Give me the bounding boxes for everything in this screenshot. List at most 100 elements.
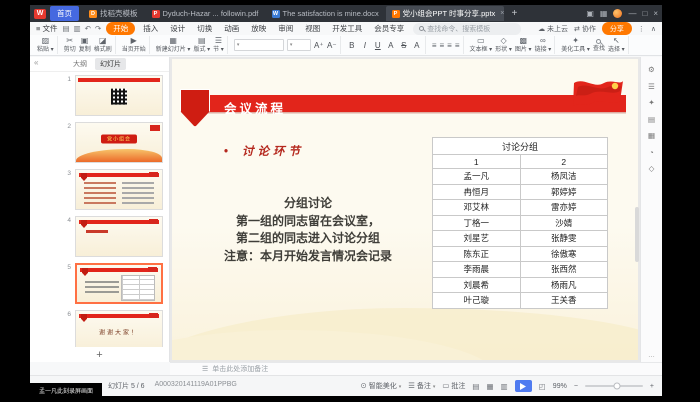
toolbar-beautify-button[interactable]: ✦美化工具 ▾ <box>561 37 590 53</box>
increase-font-icon[interactable]: A⁺ <box>314 41 324 50</box>
close-tab-icon[interactable]: × <box>500 10 503 17</box>
slide-thumbnail[interactable] <box>75 216 163 257</box>
ribbon-tab-切换[interactable]: 切换 <box>193 22 216 35</box>
close-icon[interactable]: × <box>653 9 658 18</box>
document-tab[interactable]: D找稻壳模板 <box>83 6 144 21</box>
comments-button[interactable]: ▭ 批注 <box>442 381 465 391</box>
notes-toggle-button[interactable]: ☰ 备注 ▾ <box>408 381 435 391</box>
align-left-icon[interactable]: ≡ <box>432 41 437 50</box>
user-avatar[interactable] <box>613 9 622 18</box>
font-color-button[interactable]: A <box>386 41 396 50</box>
zoom-in-button[interactable]: + <box>650 383 654 390</box>
toolbar-select-button[interactable]: ↖选择 ▾ <box>608 37 625 53</box>
toolbar-new-slide-button[interactable]: ▦新建幻灯片 ▾ <box>156 37 191 53</box>
redo-icon[interactable]: ↷ <box>95 24 101 33</box>
italic-button[interactable]: I <box>360 41 370 50</box>
outline-pane-icon[interactable]: ☰ <box>648 83 655 91</box>
reading-view-icon[interactable]: ▥ <box>501 382 508 391</box>
zoom-slider[interactable] <box>585 385 643 387</box>
slide-sorter-view-icon[interactable]: ▦ <box>487 382 494 391</box>
ribbon-tab-审阅[interactable]: 审阅 <box>274 22 297 35</box>
ribbon-tab-动画[interactable]: 动画 <box>220 22 243 35</box>
slide-thumbnail-row[interactable]: 1 <box>30 75 169 122</box>
slide-thumbnail-row[interactable]: 6谢谢大家！ <box>30 310 169 347</box>
ribbon-tab-放映[interactable]: 放映 <box>247 22 270 35</box>
font-size-select[interactable]: ▾ <box>287 39 311 51</box>
line-spacing-icon[interactable]: ≡ <box>455 41 460 50</box>
ribbon-tab-设计[interactable]: 设计 <box>166 22 189 35</box>
more-menu-icon[interactable]: ⋮ <box>638 25 645 33</box>
minimize-icon[interactable]: — <box>628 9 636 18</box>
animation-pane-icon[interactable]: ▤ <box>648 116 655 124</box>
zoom-percentage[interactable]: 99% <box>553 383 567 390</box>
toolbar-shape-button[interactable]: ◇形状 ▾ <box>495 37 512 53</box>
highlight-button[interactable]: A <box>412 41 422 50</box>
file-menu[interactable]: ≡ 文件 <box>36 23 57 34</box>
tab-outline[interactable]: 大纲 <box>73 59 87 69</box>
command-search-input[interactable]: 查找命令、搜索模板 <box>413 23 521 35</box>
font-family-select[interactable]: ▾ <box>234 39 284 51</box>
current-slide[interactable]: 会议流程 •讨论环节 分组讨论 第一组的同志留在会议室， 第二组的同志进入讨论分… <box>172 59 638 360</box>
slide-thumbnail-row[interactable]: 4 <box>30 216 169 263</box>
slide-thumbnail-row[interactable]: 3 <box>30 169 169 216</box>
toolbar-cut-button[interactable]: ✂剪切 <box>64 37 76 53</box>
toolbar-section-button[interactable]: ☰节 ▾ <box>213 37 224 53</box>
color-scheme-icon[interactable]: ◔ <box>649 149 654 157</box>
smart-beautify-button[interactable]: ⊙ 智能美化 ▾ <box>361 381 402 391</box>
toolbar-textbox-button[interactable]: ▭文本框 ▾ <box>470 37 493 53</box>
fit-slide-icon[interactable]: ◰ <box>539 382 546 391</box>
decrease-font-icon[interactable]: A⁻ <box>327 41 337 50</box>
save-icon[interactable]: ▤ <box>62 24 69 33</box>
slide-thumbnail[interactable] <box>75 169 163 210</box>
layout-switch-icon[interactable]: ▣ <box>586 9 594 18</box>
new-tab-button[interactable]: + <box>508 8 522 19</box>
collapse-panel-icon[interactable]: « <box>34 58 38 67</box>
ribbon-tab-开始[interactable]: 开始 <box>106 22 135 35</box>
slide-thumbnail-row[interactable]: 2党小组会 <box>30 122 169 169</box>
notes-bar[interactable]: ☰ 单击此处添加备注 <box>170 362 662 375</box>
add-slide-button[interactable]: + <box>30 347 169 362</box>
toolbar-layout-button[interactable]: ▤版式 ▾ <box>193 37 210 53</box>
print-icon[interactable]: ▥ <box>74 24 81 33</box>
slide-thumbnail[interactable] <box>75 263 163 304</box>
document-tab[interactable]: PDyduch-Hazar ... followin.pdf <box>146 7 264 20</box>
more-panel-icon[interactable]: ◇ <box>649 165 655 173</box>
bold-button[interactable]: B <box>347 41 357 50</box>
toolbar-find-button[interactable]: 查找 <box>593 38 605 52</box>
underline-button[interactable]: U <box>373 41 383 50</box>
wps-logo-icon[interactable]: W <box>34 9 46 19</box>
ribbon-tab-插入[interactable]: 插入 <box>139 22 162 35</box>
vertical-scrollbar[interactable] <box>635 207 639 262</box>
properties-icon[interactable]: ⚙ <box>648 66 655 74</box>
effects-icon[interactable]: ✦ <box>648 99 654 107</box>
more-panels-icon[interactable]: … <box>648 352 655 359</box>
slide-thumbnail-row[interactable]: 5 <box>30 263 169 310</box>
tab-slides[interactable]: 幻灯片 <box>95 58 126 70</box>
toolbar-format-painter-button[interactable]: ◪格式刷 <box>94 37 112 53</box>
ribbon-tab-会员专享[interactable]: 会员专享 <box>370 22 408 35</box>
zoom-slider-knob[interactable] <box>613 383 620 390</box>
toolbar-copy-button[interactable]: ▣复制 <box>79 37 91 53</box>
collaborate-button[interactable]: ⇄ 协作 <box>574 24 596 34</box>
media-icon[interactable]: ▦ <box>648 132 655 140</box>
home-tab[interactable]: 首页 <box>50 6 79 21</box>
align-center-icon[interactable]: ≡ <box>439 41 444 50</box>
normal-view-icon[interactable]: ▤ <box>472 382 479 391</box>
play-slideshow-button[interactable] <box>515 380 532 392</box>
toolbar-picture-button[interactable]: ▩图片 ▾ <box>515 37 532 53</box>
slide-thumbnail[interactable]: 党小组会 <box>75 122 163 163</box>
slide-thumbnail[interactable]: 谢谢大家！ <box>75 310 163 347</box>
widgets-icon[interactable]: ▦ <box>600 9 608 18</box>
restore-icon[interactable]: □ <box>642 9 647 18</box>
slide-thumbnail[interactable] <box>75 75 163 116</box>
zoom-out-button[interactable]: − <box>574 383 578 390</box>
collapse-ribbon-icon[interactable]: ∧ <box>651 25 656 33</box>
undo-icon[interactable]: ↶ <box>85 24 91 33</box>
strikethrough-button[interactable]: S <box>399 41 409 50</box>
ribbon-tab-视图[interactable]: 视图 <box>301 22 324 35</box>
toolbar-link-button[interactable]: ∞链接 ▾ <box>535 37 552 53</box>
share-button[interactable]: 分享 <box>602 22 632 35</box>
document-tab[interactable]: P党小组会PPT 时事分享.pptx× <box>386 6 504 21</box>
cloud-status[interactable]: ☁ 未上云 <box>538 24 568 34</box>
document-tab[interactable]: WThe satisfaction is mine.docx <box>266 7 384 20</box>
